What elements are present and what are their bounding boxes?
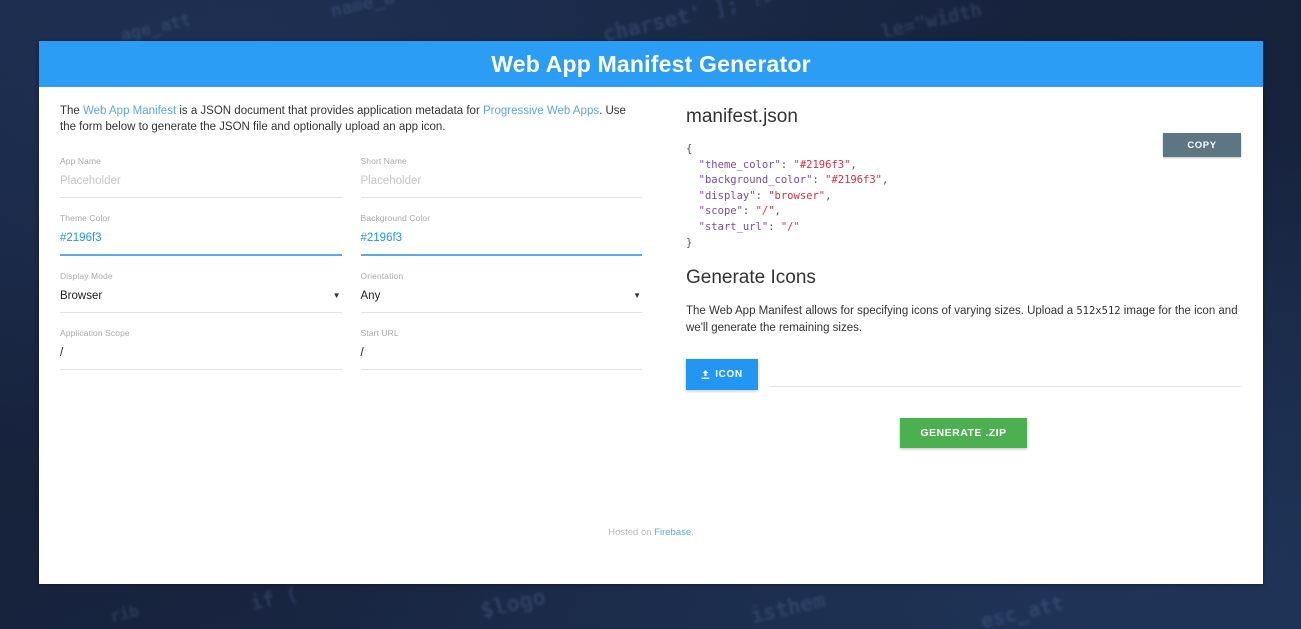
card-body: The Web App Manifest is a JSON document … [39,87,1263,584]
field-underline [360,368,642,370]
start-url-input[interactable]: / [361,344,643,363]
field-label: Background Color [360,213,431,223]
form-row-display: Display Mode Browser ▼ Orientation Any ▼ [60,264,642,321]
field-underline [60,311,342,313]
field-underline [360,311,642,313]
field-label: Orientation [360,270,404,281]
desc-part1: The Web App Manifest allows for specifyi… [686,305,1077,318]
field-label: App Name [60,156,101,166]
field-app-name: App Name Placeholder [60,149,342,198]
chevron-down-icon: ▼ [633,291,641,301]
footer-prefix: Hosted on [608,527,655,538]
background-color-input[interactable]: #2196f3 [361,229,643,248]
field-underline [360,197,642,198]
backdrop-code-text: charset' ]; ?><meta [600,0,840,47]
progressive-web-apps-link[interactable]: Progressive Web Apps [483,105,599,117]
form-row-colors: Theme Color #2196f3 Background Color #21… [60,206,642,264]
upload-icon [701,369,710,380]
backdrop-code-text: name_a [328,0,397,23]
copy-button[interactable]: COPY [1163,133,1241,157]
field-value: #2196f3 [60,232,102,244]
backdrop-code-text: esc_att [978,590,1066,629]
zip-row: GENERATE .ZIP [686,418,1241,449]
intro-middle: is a JSON document that provides applica… [176,105,483,117]
page-title: Web App Manifest Generator [491,50,811,77]
backdrop-code-text: if ( [247,580,301,616]
field-start-url: Start URL / [360,321,643,370]
field-value: #2196f3 [360,232,403,244]
field-label: Short Name [360,156,407,166]
field-application-scope: Application Scope / [60,321,342,370]
title-bar: Web App Manifest Generator [39,41,1263,87]
field-underline [60,197,342,198]
icon-upload-row: ICON [686,359,1241,391]
form-row-urls: Application Scope / Start URL / [60,321,642,378]
backdrop-code-text: le="width [878,0,985,44]
generate-zip-button[interactable]: GENERATE .ZIP [900,418,1027,449]
field-value: / [60,346,64,359]
app-name-input[interactable]: Placeholder [60,172,342,191]
field-value: Any [360,289,381,302]
field-underline-active [60,254,342,256]
display-mode-select[interactable]: Browser ▼ [60,287,342,306]
chevron-down-icon: ▼ [332,291,341,301]
field-label: Start URL [360,327,399,338]
field-value: / [360,346,364,359]
upload-icon-button-label: ICON [715,369,743,381]
field-theme-color: Theme Color #2196f3 [60,206,342,256]
application-scope-input[interactable]: / [60,344,342,363]
footer-suffix: . [691,527,694,538]
orientation-select[interactable]: Any ▼ [361,287,643,306]
short-name-input[interactable]: Placeholder [361,172,643,191]
field-value: Browser [60,289,103,302]
generate-icons-heading: Generate Icons [686,267,816,289]
icon-size-value: 512x512 [1076,305,1121,318]
web-app-manifest-link[interactable]: Web App Manifest [83,105,176,117]
backdrop-code-text: rib [108,600,141,627]
field-label: Application Scope [60,327,130,338]
firebase-link[interactable]: Firebase [654,527,691,538]
generate-icons-description: The Web App Manifest allows for specifyi… [686,303,1241,337]
theme-color-input[interactable]: #2196f3 [60,229,342,248]
icon-file-input[interactable] [770,386,1241,388]
footer: Hosted on Firebase. [39,527,1263,538]
field-label: Display Mode [60,270,113,281]
field-short-name: Short Name Placeholder [360,149,643,198]
intro-prefix: The [60,105,84,117]
form-row-names: App Name Placeholder Short Name Placehol… [60,149,642,206]
field-underline [60,368,342,370]
backdrop-code-text: isthem [748,587,828,629]
app-card: Web App Manifest Generator The Web App M… [39,41,1263,584]
field-display-mode: Display Mode Browser ▼ [60,264,342,313]
field-value: Placeholder [360,175,422,187]
field-orientation: Orientation Any ▼ [360,264,643,313]
field-underline-active [360,254,642,256]
manifest-json-code: { "theme_color": "#2196f3", "background_… [686,143,889,249]
upload-icon-button[interactable]: ICON [686,359,758,391]
intro-paragraph: The Web App Manifest is a JSON document … [60,103,642,135]
form-column: The Web App Manifest is a JSON document … [39,87,664,584]
field-value: Placeholder [60,175,121,187]
backdrop-code-text: $logo [478,584,549,625]
field-label: Theme Color [60,213,111,223]
manifest-heading: manifest.json [686,106,798,127]
field-background-color: Background Color #2196f3 [360,206,643,256]
output-column: manifest.json COPY { "theme_color": "#21… [664,87,1263,584]
